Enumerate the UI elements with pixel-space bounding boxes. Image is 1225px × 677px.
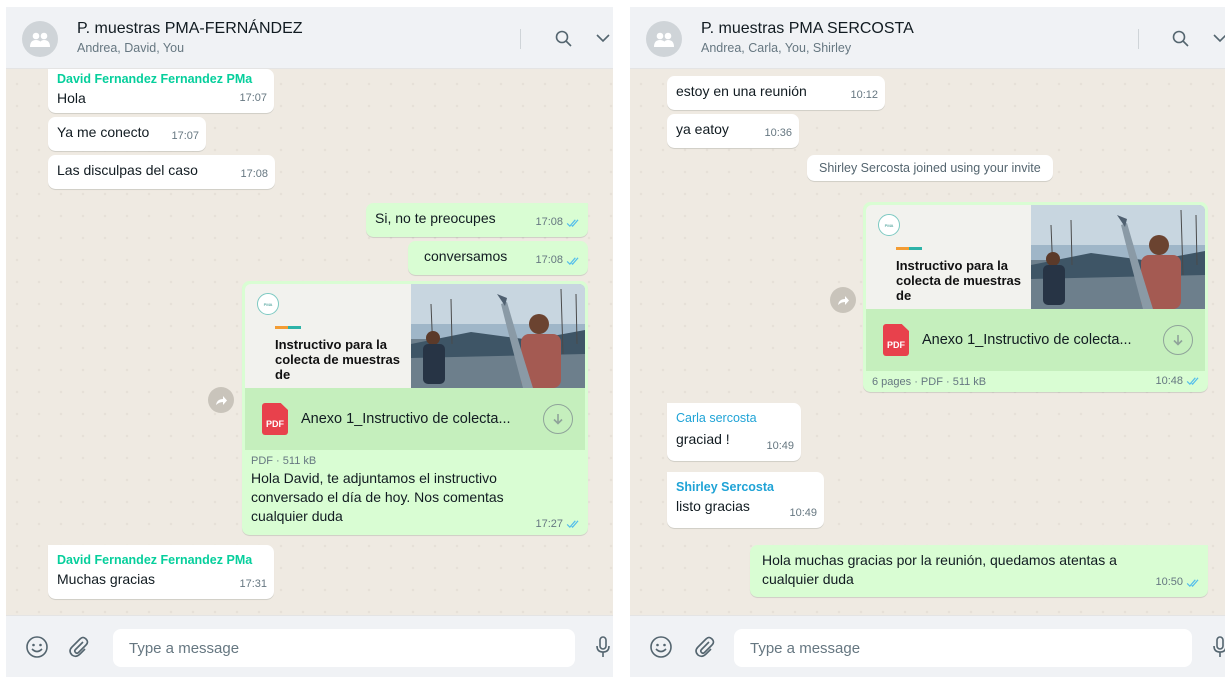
file-name[interactable]: Anexo 1_Instructivo de colecta... bbox=[922, 332, 1132, 348]
chat-window-right: P. muestras PMA SERCOSTA Andrea, Carla, … bbox=[630, 7, 1225, 677]
paperclip-icon[interactable] bbox=[66, 634, 92, 660]
chat-header[interactable]: P. muestras PMA-FERNÁNDEZ Andrea, David,… bbox=[6, 7, 613, 69]
microphone-icon[interactable] bbox=[1207, 634, 1225, 660]
file-name[interactable]: Anexo 1_Instructivo de colecta... bbox=[301, 411, 511, 427]
message-time: 10:12 bbox=[850, 89, 878, 101]
message-bubble-incoming[interactable]: estoy en una reunión 10:12 bbox=[667, 76, 885, 110]
message-text: Hola muchas gracias por la reunión, qued… bbox=[762, 552, 1117, 587]
message-text: Hola David, te adjuntamos el instructivo… bbox=[251, 470, 504, 524]
accent-bar bbox=[896, 247, 922, 250]
message-time: 17:08 bbox=[535, 213, 581, 232]
message-bubble-incoming[interactable]: Carla sercosta graciad ! 10:49 bbox=[667, 403, 801, 461]
message-time: 17:07 bbox=[171, 130, 199, 142]
document-message[interactable]: PMA Instructivo para la colecta de muest… bbox=[863, 202, 1208, 392]
file-row[interactable]: PDF Anexo 1_Instructivo de colecta... bbox=[245, 388, 585, 450]
sender-name: Carla sercosta bbox=[676, 411, 757, 425]
document-thumbnail[interactable]: PMA Instructivo para la colecta de muest… bbox=[866, 205, 1205, 309]
download-icon[interactable] bbox=[1163, 325, 1193, 355]
group-avatar-icon[interactable] bbox=[646, 21, 682, 57]
message-time: 10:49 bbox=[766, 440, 794, 452]
fisherman-photo bbox=[1031, 205, 1205, 309]
file-info: PDF · 511 kB bbox=[251, 455, 317, 467]
sender-name: David Fernandez Fernandez PMa bbox=[57, 72, 253, 86]
message-bubble-incoming[interactable]: David Fernandez Fernandez PMa Hola 17:07 bbox=[48, 69, 274, 113]
double-check-icon bbox=[566, 519, 581, 529]
logo-icon: PMA bbox=[257, 293, 279, 315]
message-time: 10:50 bbox=[1155, 573, 1201, 592]
message-list[interactable]: estoy en una reunión 10:12 ya eatoy 10:3… bbox=[630, 69, 1225, 615]
search-icon[interactable] bbox=[551, 26, 575, 50]
message-bubble-incoming[interactable]: Las disculpas del caso 17:08 bbox=[48, 155, 275, 189]
chat-header[interactable]: P. muestras PMA SERCOSTA Andrea, Carla, … bbox=[630, 7, 1225, 69]
message-bubble-incoming[interactable]: Shirley Sercosta listo gracias 10:49 bbox=[667, 472, 824, 528]
emoji-icon[interactable] bbox=[24, 634, 50, 660]
message-bubble-incoming[interactable]: ya eatoy 10:36 bbox=[667, 114, 799, 148]
message-bubble-outgoing[interactable]: conversamos 17:08 bbox=[408, 241, 588, 275]
header-divider bbox=[1138, 29, 1139, 49]
double-check-icon bbox=[566, 218, 581, 228]
document-preview-title: Instructivo para la colecta de muestras … bbox=[275, 337, 401, 382]
message-text: Hola bbox=[57, 90, 86, 106]
message-time: 17:31 bbox=[239, 578, 267, 590]
message-time: 10:36 bbox=[764, 127, 792, 139]
message-input[interactable] bbox=[113, 629, 575, 667]
message-text: Las disculpas del caso bbox=[57, 162, 198, 178]
download-icon[interactable] bbox=[543, 404, 573, 434]
paperclip-icon[interactable] bbox=[692, 634, 718, 660]
message-bubble-incoming[interactable]: Ya me conecto 17:07 bbox=[48, 117, 206, 151]
message-list[interactable]: David Fernandez Fernandez PMa Hola 17:07… bbox=[6, 69, 613, 615]
compose-bar bbox=[630, 615, 1225, 677]
sender-name: David Fernandez Fernandez PMa bbox=[57, 553, 253, 567]
message-time: 17:27 bbox=[535, 518, 581, 530]
message-time: 17:08 bbox=[535, 251, 581, 270]
forward-icon[interactable] bbox=[830, 287, 856, 313]
chat-participants[interactable]: Andrea, David, You bbox=[77, 41, 184, 55]
chat-window-left: P. muestras PMA-FERNÁNDEZ Andrea, David,… bbox=[6, 7, 613, 677]
fisherman-photo bbox=[411, 284, 585, 388]
double-check-icon bbox=[566, 256, 581, 266]
forward-icon[interactable] bbox=[208, 387, 234, 413]
chevron-down-icon[interactable] bbox=[591, 26, 613, 50]
pdf-icon: PDF bbox=[262, 403, 288, 435]
message-bubble-outgoing[interactable]: Hola muchas gracias por la reunión, qued… bbox=[750, 545, 1208, 597]
chat-title[interactable]: P. muestras PMA SERCOSTA bbox=[701, 20, 914, 38]
pdf-icon: PDF bbox=[883, 324, 909, 356]
group-avatar-icon[interactable] bbox=[22, 21, 58, 57]
logo-icon: PMA bbox=[878, 214, 900, 236]
message-time: 10:49 bbox=[789, 507, 817, 519]
accent-bar bbox=[275, 326, 301, 329]
message-text: Muchas gracias bbox=[57, 571, 156, 587]
document-preview-title: Instructivo para la colecta de muestras … bbox=[896, 258, 1022, 303]
document-message[interactable]: PMA Instructivo para la colecta de muest… bbox=[242, 281, 588, 535]
message-time: 17:07 bbox=[239, 92, 267, 104]
message-text: estoy en una reunión bbox=[676, 83, 807, 99]
header-divider bbox=[520, 29, 521, 49]
system-notice: Shirley Sercosta joined using your invit… bbox=[807, 155, 1053, 181]
file-info: 6 pages · PDF · 511 kB bbox=[872, 376, 987, 388]
chat-title[interactable]: P. muestras PMA-FERNÁNDEZ bbox=[77, 20, 303, 38]
message-input[interactable] bbox=[734, 629, 1192, 667]
emoji-icon[interactable] bbox=[648, 634, 674, 660]
message-time: 10:48 bbox=[1155, 375, 1201, 387]
chat-participants[interactable]: Andrea, Carla, You, Shirley bbox=[701, 41, 851, 55]
sender-name: Shirley Sercosta bbox=[676, 480, 774, 494]
microphone-icon[interactable] bbox=[590, 634, 613, 660]
chevron-down-icon[interactable] bbox=[1208, 26, 1225, 50]
double-check-icon bbox=[1186, 376, 1201, 386]
search-icon[interactable] bbox=[1168, 26, 1192, 50]
message-bubble-incoming[interactable]: David Fernandez Fernandez PMa Muchas gra… bbox=[48, 545, 274, 599]
double-check-icon bbox=[1186, 578, 1201, 588]
message-time: 17:08 bbox=[240, 168, 268, 180]
file-row[interactable]: PDF Anexo 1_Instructivo de colecta... bbox=[866, 309, 1205, 371]
document-thumbnail[interactable]: PMA Instructivo para la colecta de muest… bbox=[245, 284, 585, 388]
compose-bar bbox=[6, 615, 613, 677]
message-bubble-outgoing[interactable]: Si, no te preocupes 17:08 bbox=[366, 203, 588, 237]
